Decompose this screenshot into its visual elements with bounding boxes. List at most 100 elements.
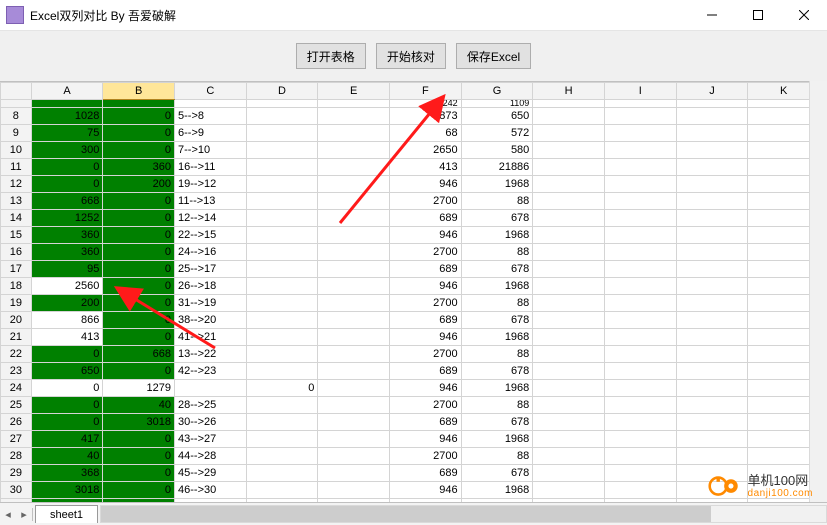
cell[interactable]: [175, 380, 247, 397]
cell[interactable]: [318, 176, 390, 193]
row-header[interactable]: 14: [1, 210, 32, 227]
cell[interactable]: 572: [461, 125, 533, 142]
cell[interactable]: [175, 100, 247, 108]
cell[interactable]: 0: [103, 108, 175, 125]
cell[interactable]: 21886: [461, 159, 533, 176]
cell[interactable]: [604, 397, 676, 414]
cell[interactable]: 88: [461, 244, 533, 261]
cell[interactable]: 0: [103, 431, 175, 448]
cell[interactable]: [676, 108, 748, 125]
row-header[interactable]: 7: [1, 100, 32, 108]
cell[interactable]: 43-->27: [175, 431, 247, 448]
cell[interactable]: [533, 312, 605, 329]
cell[interactable]: [318, 125, 390, 142]
cell[interactable]: 873: [389, 108, 461, 125]
cell[interactable]: 40: [103, 397, 175, 414]
cell[interactable]: 360: [31, 227, 103, 244]
cell[interactable]: [604, 227, 676, 244]
cell[interactable]: 3018: [103, 414, 175, 431]
cell[interactable]: [533, 108, 605, 125]
cell[interactable]: 0: [103, 244, 175, 261]
cell[interactable]: [318, 278, 390, 295]
cell[interactable]: 413: [31, 329, 103, 346]
cell[interactable]: [246, 193, 318, 210]
cell[interactable]: 5-->8: [175, 108, 247, 125]
cell[interactable]: 413: [389, 159, 461, 176]
cell[interactable]: [246, 244, 318, 261]
cell[interactable]: 360: [103, 159, 175, 176]
cell[interactable]: [246, 210, 318, 227]
cell[interactable]: 1968: [461, 482, 533, 499]
cell[interactable]: [676, 142, 748, 159]
cell[interactable]: 44-->28: [175, 448, 247, 465]
cell[interactable]: 678: [461, 210, 533, 227]
cell[interactable]: [246, 482, 318, 499]
row-header[interactable]: 10: [1, 142, 32, 159]
cell[interactable]: [676, 227, 748, 244]
cell[interactable]: 19-->12: [175, 176, 247, 193]
cell[interactable]: 25-->17: [175, 261, 247, 278]
cell[interactable]: 88: [461, 193, 533, 210]
cell[interactable]: 2700: [389, 295, 461, 312]
cell[interactable]: [533, 278, 605, 295]
cell[interactable]: 946: [389, 176, 461, 193]
cell[interactable]: [533, 329, 605, 346]
cell[interactable]: [676, 414, 748, 431]
cell[interactable]: [604, 210, 676, 227]
cell[interactable]: [318, 380, 390, 397]
cell[interactable]: 95: [31, 261, 103, 278]
tab-navigation[interactable]: ◂ ▸: [0, 508, 33, 521]
cell[interactable]: 946: [389, 380, 461, 397]
cell[interactable]: [533, 227, 605, 244]
cell[interactable]: 3018: [31, 482, 103, 499]
cell[interactable]: 678: [461, 312, 533, 329]
cell[interactable]: [318, 227, 390, 244]
cell[interactable]: [533, 193, 605, 210]
cell[interactable]: [318, 363, 390, 380]
cell[interactable]: [318, 100, 390, 108]
select-all-corner[interactable]: [1, 83, 32, 100]
cell[interactable]: 2650: [389, 142, 461, 159]
cell[interactable]: [604, 329, 676, 346]
cell[interactable]: [246, 431, 318, 448]
cell[interactable]: 689: [389, 465, 461, 482]
column-header[interactable]: F: [389, 83, 461, 100]
cell[interactable]: [604, 261, 676, 278]
cell[interactable]: 0: [103, 210, 175, 227]
cell[interactable]: [676, 176, 748, 193]
cell[interactable]: 42-->23: [175, 363, 247, 380]
cell[interactable]: [533, 397, 605, 414]
cell[interactable]: 650: [31, 363, 103, 380]
cell[interactable]: [604, 346, 676, 363]
cell[interactable]: 1968: [461, 227, 533, 244]
cell[interactable]: [246, 346, 318, 363]
cell[interactable]: 580: [461, 142, 533, 159]
cell[interactable]: 88: [461, 397, 533, 414]
row-header[interactable]: 15: [1, 227, 32, 244]
cell[interactable]: [604, 125, 676, 142]
cell[interactable]: 360: [31, 244, 103, 261]
cell[interactable]: 0: [103, 193, 175, 210]
cell[interactable]: 2700: [389, 346, 461, 363]
cell[interactable]: 0: [103, 278, 175, 295]
cell[interactable]: [246, 329, 318, 346]
cell[interactable]: 417: [31, 431, 103, 448]
column-header[interactable]: B: [103, 83, 175, 100]
cell[interactable]: [533, 448, 605, 465]
cell[interactable]: [246, 295, 318, 312]
cell[interactable]: [676, 125, 748, 142]
cell[interactable]: 946: [389, 227, 461, 244]
cell[interactable]: 0: [103, 312, 175, 329]
cell[interactable]: [318, 210, 390, 227]
cell[interactable]: 946: [389, 482, 461, 499]
cell[interactable]: [103, 100, 175, 108]
cell[interactable]: 866: [31, 312, 103, 329]
cell[interactable]: 7-->10: [175, 142, 247, 159]
cell[interactable]: [246, 261, 318, 278]
cell[interactable]: 1968: [461, 329, 533, 346]
compare-button[interactable]: 开始核对: [376, 43, 446, 69]
cell[interactable]: [318, 448, 390, 465]
cell[interactable]: [246, 176, 318, 193]
cell[interactable]: 0: [31, 414, 103, 431]
cell[interactable]: [246, 448, 318, 465]
